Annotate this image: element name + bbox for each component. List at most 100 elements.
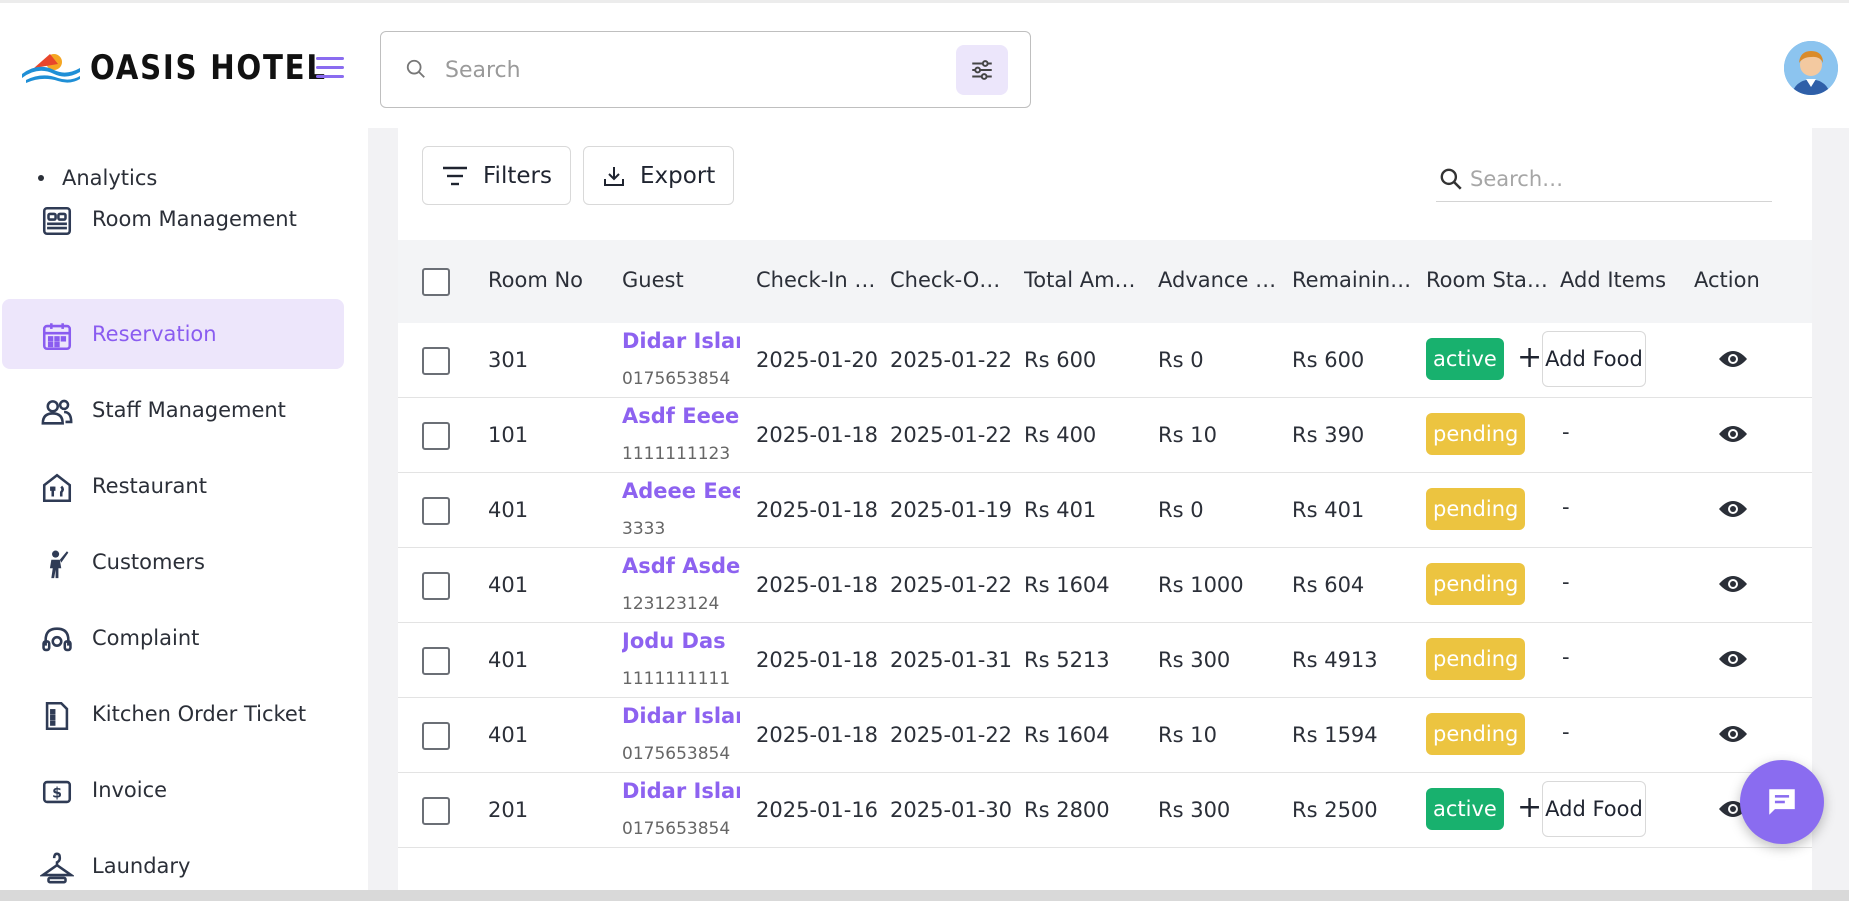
add-items-empty: - <box>1562 570 1570 594</box>
sidebar-item-complaint[interactable]: Complaint <box>2 603 344 673</box>
sidebar-item-label: Kitchen Order Ticket <box>92 702 307 726</box>
sliders-icon <box>972 60 992 80</box>
download-icon <box>604 166 624 186</box>
sidebar: Analytics Room Management Reservation St… <box>0 128 368 901</box>
export-label: Export <box>640 162 716 189</box>
remaining-amount: Rs 600 <box>1292 348 1365 372</box>
status-badge: pending <box>1426 563 1526 605</box>
table-search-input[interactable] <box>1470 162 1760 196</box>
col-check-out[interactable]: Check-O… <box>890 268 1014 292</box>
col-total-amount[interactable]: Total Am… <box>1024 268 1148 292</box>
top-header: OASIS HOTEL <box>0 3 1849 128</box>
sidebar-item-label: Restaurant <box>92 474 207 498</box>
sidebar-item-invoice[interactable]: $ Invoice <box>2 755 344 825</box>
col-advance[interactable]: Advance … <box>1158 268 1282 292</box>
col-check-in[interactable]: Check-In … <box>756 268 880 292</box>
sidebar-item-kitchen-order-ticket[interactable]: Kitchen Order Ticket <box>2 679 344 749</box>
brand-title: OASIS HOTEL <box>90 48 327 88</box>
check-in-date: 2025-01-18 <box>756 498 879 522</box>
eye-icon[interactable] <box>1718 648 1748 670</box>
eye-icon[interactable] <box>1718 348 1748 370</box>
col-room-no[interactable]: Room No <box>488 268 598 292</box>
table-row[interactable]: 101 Asdf Eeee 1111111123 2025-01-18 2025… <box>398 398 1812 473</box>
svg-text:$: $ <box>52 786 62 802</box>
total-amount: Rs 600 <box>1024 348 1097 372</box>
row-checkbox[interactable] <box>422 497 450 525</box>
col-action[interactable]: Action <box>1694 268 1804 292</box>
row-checkbox[interactable] <box>422 572 450 600</box>
add-items-empty: - <box>1562 420 1570 444</box>
guest-name-link[interactable]: Didar Islam <box>622 704 740 728</box>
guest-name-link[interactable]: Didar Islam <box>622 329 740 353</box>
room-no: 201 <box>488 798 529 822</box>
col-guest[interactable]: Guest <box>622 268 732 292</box>
menu-toggle-icon[interactable] <box>316 57 344 79</box>
table-row[interactable]: 401 Asdf Asdef 123123124 2025-01-18 2025… <box>398 548 1812 623</box>
advance-amount: Rs 1000 <box>1158 573 1244 597</box>
row-checkbox[interactable] <box>422 797 450 825</box>
add-food-button[interactable]: Add Food <box>1542 781 1646 837</box>
guest-phone: 3333 <box>622 519 666 539</box>
room-no: 101 <box>488 423 529 447</box>
table-row[interactable]: 401 Jodu Das 1111111111 2025-01-18 2025-… <box>398 623 1812 698</box>
add-items-empty: - <box>1562 720 1570 744</box>
row-checkbox[interactable] <box>422 722 450 750</box>
bottom-edge <box>0 890 1849 901</box>
table-row[interactable]: 401 Adeee Eeee 3333 2025-01-18 2025-01-1… <box>398 473 1812 548</box>
user-avatar[interactable] <box>1784 41 1838 95</box>
table-search <box>1436 160 1772 202</box>
sidebar-item-restaurant[interactable]: Restaurant <box>2 451 344 521</box>
export-button[interactable]: Export <box>583 146 735 205</box>
remaining-amount: Rs 4913 <box>1292 648 1378 672</box>
sidebar-item-reservation[interactable]: Reservation <box>2 299 344 369</box>
brand-logo[interactable]: OASIS HOTEL <box>20 48 365 88</box>
filters-button[interactable]: Filters <box>422 146 571 205</box>
advance-amount: Rs 10 <box>1158 423 1217 447</box>
guest-name-link[interactable]: Jodu Das <box>622 629 740 653</box>
eye-icon[interactable] <box>1718 498 1748 520</box>
plus-icon: + <box>1517 790 1543 825</box>
advance-amount: Rs 10 <box>1158 723 1217 747</box>
col-remaining[interactable]: Remainin… <box>1292 268 1416 292</box>
table-row[interactable]: 201 Didar Islam 0175653854 2025-01-16 20… <box>398 773 1812 848</box>
guest-name-link[interactable]: Asdf Asdef <box>622 554 740 578</box>
global-search-input[interactable] <box>445 52 945 88</box>
remaining-amount: Rs 401 <box>1292 498 1365 522</box>
guest-name-link[interactable]: Didar Islam <box>622 779 740 803</box>
table-row[interactable]: 301 Didar Islam 0175653854 2025-01-20 20… <box>398 323 1812 398</box>
select-all-checkbox[interactable] <box>422 268 450 296</box>
row-checkbox[interactable] <box>422 647 450 675</box>
chat-button[interactable] <box>1740 760 1824 844</box>
table-row[interactable]: 401 Didar Islam 0175653854 2025-01-18 20… <box>398 698 1812 773</box>
restaurant-icon <box>42 473 72 503</box>
bed-icon <box>42 206 72 236</box>
search-filter-button[interactable] <box>956 45 1008 95</box>
guest-phone: 0175653854 <box>622 744 731 764</box>
advance-amount: Rs 0 <box>1158 498 1204 522</box>
remaining-amount: Rs 2500 <box>1292 798 1378 822</box>
col-room-status[interactable]: Room Sta… <box>1426 268 1550 292</box>
check-out-date: 2025-01-22 <box>890 423 1013 447</box>
row-checkbox[interactable] <box>422 347 450 375</box>
room-no: 401 <box>488 723 529 747</box>
check-out-date: 2025-01-31 <box>890 648 1013 672</box>
logo-mark-icon <box>22 54 80 83</box>
add-food-button[interactable]: Add Food <box>1542 331 1646 387</box>
sidebar-item-room-management[interactable]: Room Management <box>2 184 344 254</box>
guest-name-link[interactable]: Adeee Eeee <box>622 479 740 503</box>
eye-icon[interactable] <box>1718 423 1748 445</box>
sidebar-item-label: Complaint <box>92 626 200 650</box>
sidebar-item-staff-management[interactable]: Staff Management <box>2 375 344 445</box>
check-out-date: 2025-01-19 <box>890 498 1013 522</box>
room-no: 301 <box>488 348 529 372</box>
col-add-items[interactable]: Add Items <box>1560 268 1684 292</box>
guest-phone: 1111111123 <box>622 444 731 464</box>
sidebar-item-label: Invoice <box>92 778 168 802</box>
eye-icon[interactable] <box>1718 723 1748 745</box>
row-checkbox[interactable] <box>422 422 450 450</box>
check-in-date: 2025-01-16 <box>756 798 879 822</box>
sidebar-item-customers[interactable]: Customers <box>2 527 344 597</box>
guest-name-link[interactable]: Asdf Eeee <box>622 404 740 428</box>
eye-icon[interactable] <box>1718 573 1748 595</box>
table-header: Room No Guest Check-In … Check-O… Total … <box>398 240 1812 323</box>
